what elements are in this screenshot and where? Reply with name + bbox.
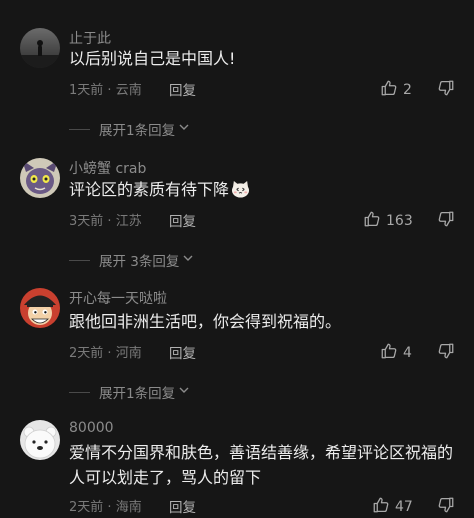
avatar[interactable] [20, 158, 60, 198]
dislike-button[interactable] [437, 496, 455, 518]
expand-label: 展开1条回复 [99, 123, 176, 139]
thumbs-up-icon [380, 79, 398, 101]
avatar[interactable] [20, 288, 60, 328]
expand-divider [69, 259, 90, 261]
thumbs-up-icon [363, 210, 381, 232]
comment-time: 2天前 [69, 346, 104, 361]
username[interactable]: 止于此 [69, 28, 111, 48]
cat-face-emoji [231, 180, 250, 205]
thumbs-down-icon [437, 497, 455, 518]
comment-location: 云南 [115, 83, 142, 98]
meta-separator: · [107, 214, 112, 229]
comment-text: 跟他回非洲生活吧，你会得到祝福的。 [69, 312, 342, 331]
meta-separator: · [107, 83, 112, 98]
chevron-down-icon [182, 252, 194, 268]
dislike-button[interactable] [437, 210, 455, 232]
meta-separator: · [107, 500, 112, 515]
comment-meta: 3天前 · 江苏 [69, 210, 142, 229]
reply-button[interactable]: 回复 [169, 210, 196, 230]
thumbs-down-icon [437, 80, 455, 101]
comment-time: 3天前 [69, 214, 104, 229]
username[interactable]: 小螃蟹 crab [69, 158, 146, 178]
comment-time: 1天前 [69, 83, 104, 98]
comment-meta: 2天前 · 海南 [69, 496, 142, 515]
meta-separator: · [107, 346, 112, 361]
like-button[interactable]: 2 [380, 79, 412, 101]
expand-divider [69, 391, 90, 393]
expand-replies-button[interactable]: 展开1条回复 [69, 382, 190, 402]
like-count: 4 [403, 345, 412, 361]
thumbs-down-icon [437, 343, 455, 364]
like-count: 47 [395, 499, 413, 515]
thumbs-up-icon [372, 496, 390, 518]
thumbs-up-icon [380, 342, 398, 364]
username[interactable]: 开心每一天哒啦 [69, 288, 167, 308]
thumbs-down-icon [437, 211, 455, 232]
like-button[interactable]: 163 [363, 210, 413, 232]
username[interactable]: 80000 [69, 420, 114, 436]
comment-time: 2天前 [69, 500, 104, 515]
comment-location: 江苏 [115, 214, 142, 229]
like-count: 2 [403, 82, 412, 98]
comment-location: 河南 [115, 346, 142, 361]
comment-text: 爱情不分国界和肤色，善语结善缘，希望评论区祝福的人可以划走了，骂人的留下 [69, 443, 454, 487]
reply-button[interactable]: 回复 [169, 79, 196, 99]
comment-text: 以后别说自己是中国人! [69, 49, 236, 68]
chevron-down-icon [178, 384, 190, 400]
expand-label: 展开 3条回复 [99, 254, 180, 270]
avatar[interactable] [20, 28, 60, 68]
expand-replies-button[interactable]: 展开 3条回复 [69, 250, 194, 270]
reply-button[interactable]: 回复 [169, 342, 196, 362]
expand-divider [69, 128, 90, 130]
comment-text: 评论区的素质有待下降 [69, 177, 456, 205]
reply-button[interactable]: 回复 [169, 496, 196, 516]
comment-text-body: 评论区的素质有待下降 [69, 180, 230, 199]
like-button[interactable]: 47 [372, 496, 413, 518]
dislike-button[interactable] [437, 79, 455, 101]
comment-location: 海南 [115, 500, 142, 515]
like-count: 163 [386, 213, 413, 229]
expand-replies-button[interactable]: 展开1条回复 [69, 119, 190, 139]
expand-label: 展开1条回复 [99, 386, 176, 402]
like-button[interactable]: 4 [380, 342, 412, 364]
avatar[interactable] [20, 420, 60, 460]
comment-meta: 2天前 · 河南 [69, 342, 142, 361]
comment-meta: 1天前 · 云南 [69, 79, 142, 98]
chevron-down-icon [178, 121, 190, 137]
dislike-button[interactable] [437, 342, 455, 364]
